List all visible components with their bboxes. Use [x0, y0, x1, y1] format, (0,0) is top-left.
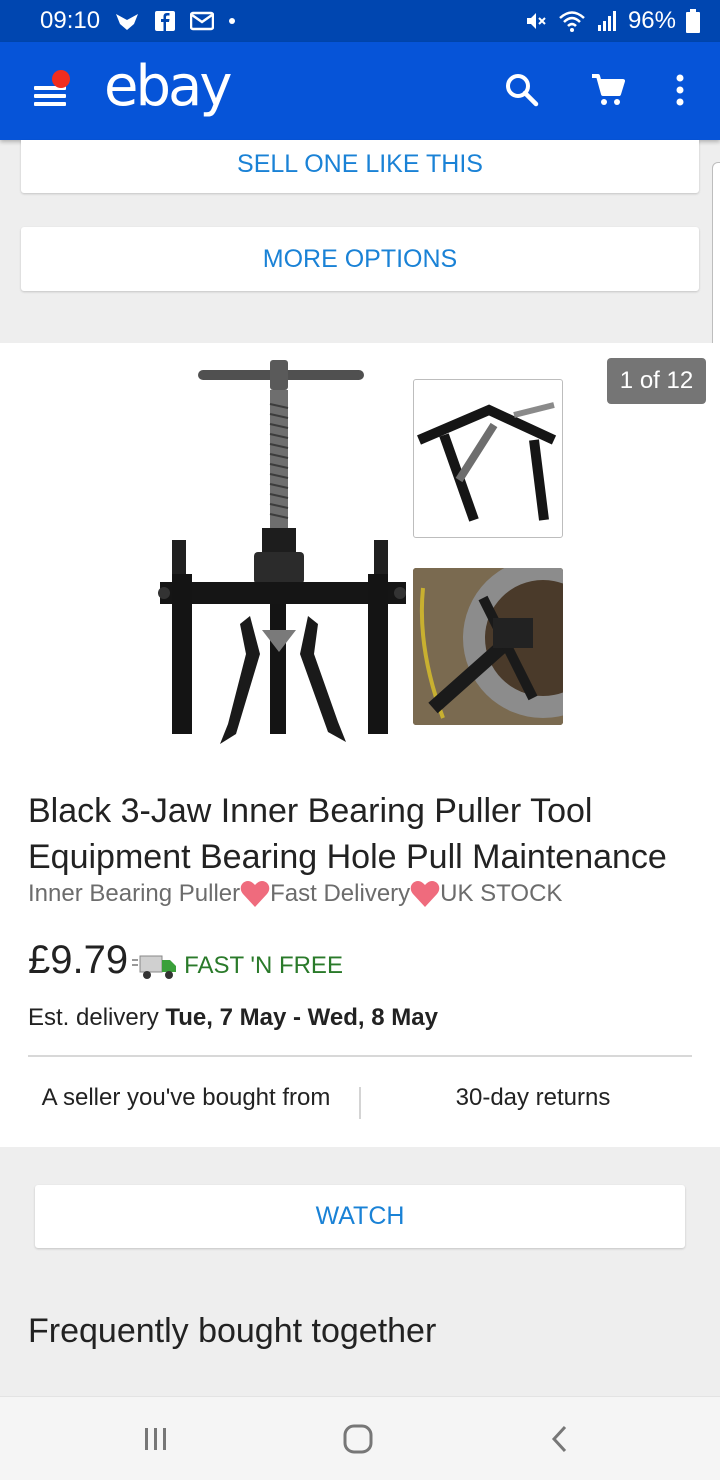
more-options-menu-button[interactable]: [658, 68, 702, 112]
price: £9.79: [28, 938, 129, 982]
image-counter: 1 of 12: [607, 358, 706, 404]
status-bar: 09:10 96%: [0, 0, 720, 42]
heart-icon: [410, 881, 440, 907]
recents-button[interactable]: [126, 1415, 186, 1463]
search-button[interactable]: [500, 68, 544, 112]
more-vert-icon: [676, 74, 684, 106]
back-button[interactable]: [530, 1415, 590, 1463]
battery-icon: [686, 9, 700, 33]
frequently-bought-heading: Frequently bought together: [28, 1312, 437, 1350]
returns-badge: 30-day returns: [455, 1084, 611, 1111]
badge-separator: [359, 1087, 361, 1119]
mute-icon: [524, 9, 548, 33]
cart-button[interactable]: [586, 68, 630, 112]
seller-badge: A seller you've bought from: [41, 1084, 331, 1111]
more-options-button[interactable]: MORE OPTIONS: [21, 227, 699, 291]
watch-button[interactable]: WATCH: [35, 1185, 685, 1248]
facebook-icon: [154, 10, 176, 32]
signal-icon: [596, 10, 618, 32]
price-row: £9.79 FAST 'N FREE: [28, 938, 343, 983]
divider: [28, 1055, 692, 1057]
menu-button[interactable]: [30, 70, 74, 114]
delivery-label: Est. delivery: [28, 1004, 159, 1031]
app-bar: ebay: [0, 42, 720, 140]
android-nav-bar: [0, 1396, 720, 1480]
back-icon: [551, 1425, 567, 1453]
search-icon: [506, 74, 539, 107]
wings-icon: [114, 10, 140, 32]
dot-icon: [228, 17, 236, 25]
subtitle-part-3: UK STOCK: [440, 880, 563, 907]
battery-percentage: 96%: [627, 7, 676, 34]
thumbnail-image-2[interactable]: [413, 568, 563, 725]
home-button[interactable]: [328, 1415, 388, 1463]
shipping-label: FAST 'N FREE: [184, 951, 343, 979]
heart-icon: [240, 881, 270, 907]
thumbnail-image-1[interactable]: [413, 379, 563, 538]
clock: 09:10: [40, 7, 101, 34]
wifi-icon: [558, 9, 586, 33]
delivery-truck-icon: [132, 955, 177, 979]
home-icon: [343, 1424, 373, 1454]
subtitle-part-1: Inner Bearing Puller: [28, 880, 241, 907]
status-left: 09:10: [40, 7, 524, 35]
gmail-icon: [190, 11, 215, 31]
ebay-logo[interactable]: ebay: [104, 54, 232, 119]
notification-dot: [52, 70, 70, 88]
listing-subtitle: Inner Bearing Puller Fast Delivery UK ST…: [28, 880, 698, 908]
subtitle-part-2: Fast Delivery: [270, 880, 411, 907]
estimated-delivery: Est. delivery Tue, 7 May - Wed, 8 May: [28, 1004, 438, 1032]
status-right: 96%: [524, 7, 700, 35]
recents-icon: [145, 1428, 166, 1450]
listing-title: Black 3-Jaw Inner Bearing Puller Tool Eq…: [28, 792, 667, 876]
sell-one-like-this-button[interactable]: SELL ONE LIKE THIS: [21, 140, 699, 193]
main-product-image[interactable]: [150, 354, 410, 754]
delivery-dates: Tue, 7 May - Wed, 8 May: [165, 1004, 438, 1031]
cart-icon: [592, 74, 625, 105]
